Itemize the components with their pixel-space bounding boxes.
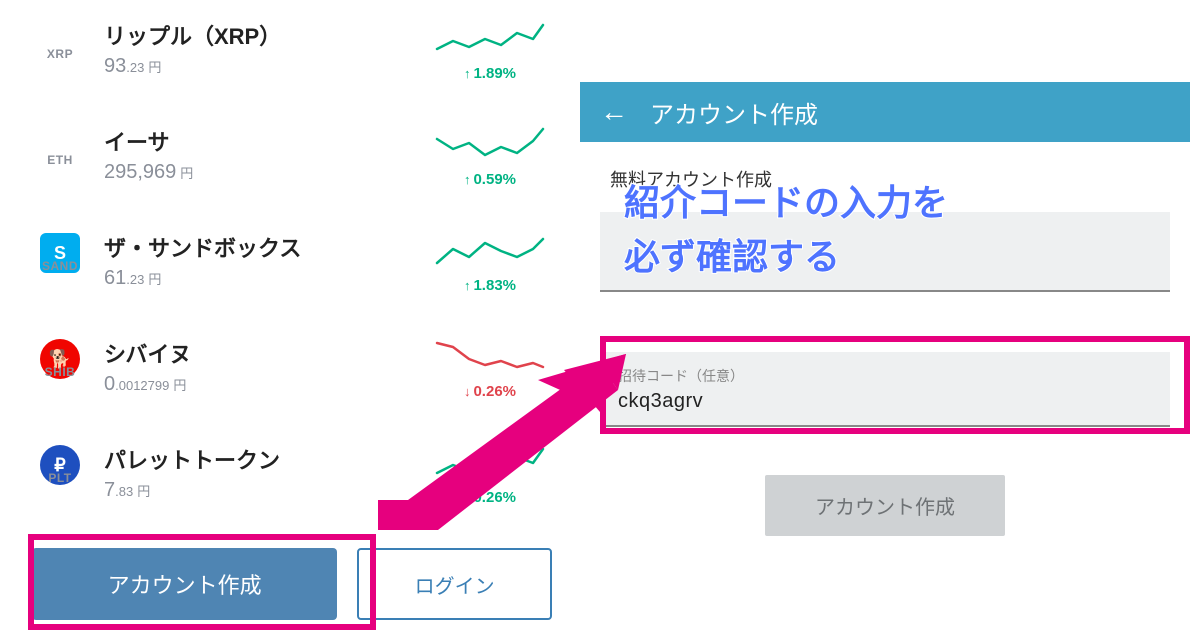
sparkline-column: ↑0.59% xyxy=(420,125,560,188)
invite-code-field[interactable]: 招待コード（任意） ckq3agrv xyxy=(600,352,1170,427)
coin-text: シバイヌ 0.0012799円 xyxy=(104,337,420,396)
login-button[interactable]: ログイン xyxy=(357,548,552,620)
percent-change: ↑1.83% xyxy=(464,277,516,294)
coin-text: ザ・サンドボックス 61.23円 xyxy=(104,231,420,290)
arrow-up-icon: ↑ xyxy=(464,172,471,187)
sparkline-icon xyxy=(435,337,545,377)
coin-text: イーサ 295,969円 xyxy=(104,125,420,184)
arrow-up-icon: ↑ xyxy=(464,490,471,505)
percent-change: ↑1.89% xyxy=(464,65,516,82)
sparkline-icon xyxy=(435,19,545,59)
coin-name: シバイヌ xyxy=(104,337,420,369)
percent-change: ↑0.59% xyxy=(464,171,516,188)
page-title: アカウント作成 xyxy=(650,95,818,130)
email-field-placeholder[interactable] xyxy=(600,212,1170,292)
coin-text: パレットトークン 7.83円 xyxy=(104,443,420,502)
coin-row-plt[interactable]: ₽PLTパレットトークン7.83円↑0.26% xyxy=(0,424,580,530)
subheading: 無料アカウント作成 xyxy=(580,142,1190,202)
coin-name: リップル（XRP） xyxy=(104,19,420,51)
arrow-up-icon: ↑ xyxy=(464,278,471,293)
coin-ticker: PLT xyxy=(38,471,82,485)
sparkline-column: ↑0.26% xyxy=(420,443,560,506)
percent-value: 0.26% xyxy=(473,489,516,506)
coin-name: ザ・サンドボックス xyxy=(104,231,420,263)
invite-code-label: 招待コード（任意） xyxy=(618,366,1152,386)
sparkline-column: ↑1.83% xyxy=(420,231,560,294)
titlebar: ← アカウント作成 xyxy=(580,82,1190,142)
percent-value: 0.59% xyxy=(473,171,516,188)
back-icon[interactable]: ← xyxy=(600,96,628,128)
coin-text: リップル（XRP） 93.23円 xyxy=(104,19,420,78)
coin-ticker: SAND xyxy=(38,259,82,273)
percent-change: ↓0.26% xyxy=(464,383,516,400)
coin-ticker: ETH xyxy=(38,153,82,167)
auth-button-row: アカウント作成 ログイン xyxy=(32,548,552,620)
coin-ticker: SHIB xyxy=(38,365,82,379)
percent-value: 1.89% xyxy=(473,65,516,82)
invite-code-value: ckq3agrv xyxy=(618,390,1152,413)
coin-price: 93.23円 xyxy=(104,55,420,78)
submit-create-account-button[interactable]: アカウント作成 xyxy=(765,475,1005,536)
coin-row-xrp[interactable]: XRP リップル（XRP） 93.23円 ↑1.89% xyxy=(0,0,580,106)
create-account-button[interactable]: アカウント作成 xyxy=(32,548,337,620)
coin-ticker: XRP xyxy=(38,47,82,61)
coin-row-sand[interactable]: SSANDザ・サンドボックス61.23円↑1.83% xyxy=(0,212,580,318)
coin-name: パレットトークン xyxy=(104,443,420,475)
arrow-up-icon: ↑ xyxy=(464,66,471,81)
sparkline-icon xyxy=(435,125,545,165)
coin-price: 295,969円 xyxy=(104,161,420,184)
coin-price: 7.83円 xyxy=(104,479,420,502)
sparkline-column: ↓0.26% xyxy=(420,337,560,400)
coin-price: 0.0012799円 xyxy=(104,373,420,396)
percent-value: 1.83% xyxy=(473,277,516,294)
sparkline-icon xyxy=(435,443,545,483)
coin-row-eth[interactable]: ETH イーサ 295,969円 ↑0.59% xyxy=(0,106,580,212)
coin-name: イーサ xyxy=(104,125,420,157)
percent-change: ↑0.26% xyxy=(464,489,516,506)
coin-row-shib[interactable]: 🐕SHIBシバイヌ0.0012799円↓0.26% xyxy=(0,318,580,424)
market-list: XRPリップル（XRP）93.23円↑1.89%ETHイーサ295,969円↑0… xyxy=(0,0,580,630)
coin-price: 61.23円 xyxy=(104,267,420,290)
arrow-down-icon: ↓ xyxy=(464,384,471,399)
account-create-screen: ← アカウント作成 無料アカウント作成 招待コード（任意） ckq3agrv ア… xyxy=(580,82,1190,622)
sparkline-column: ↑1.89% xyxy=(420,19,560,82)
sparkline-icon xyxy=(435,231,545,271)
percent-value: 0.26% xyxy=(473,383,516,400)
